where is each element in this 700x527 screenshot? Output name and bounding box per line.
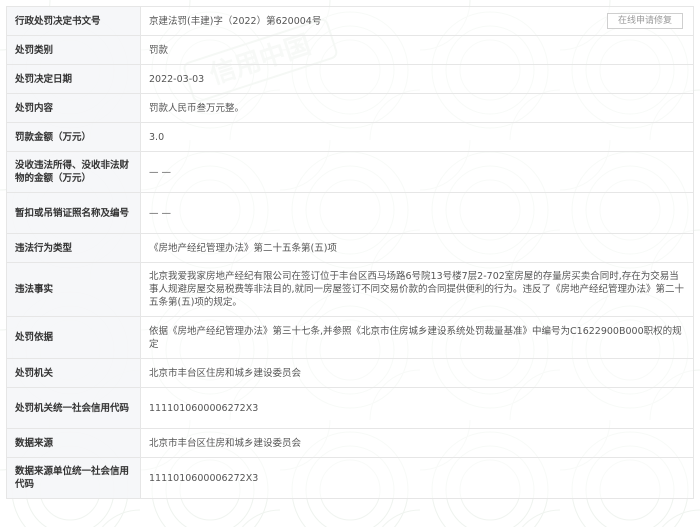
- row-value: 北京我爱我家房地产经纪有限公司在签订位于丰台区西马场路6号院13号楼7层2-70…: [140, 262, 694, 317]
- row-value: — —: [140, 192, 694, 234]
- decision-number: 京建法罚(丰建)字（2022）第620004号: [149, 15, 322, 27]
- row-value: — —: [140, 151, 694, 193]
- row-value: 北京市丰台区住房和城乡建设委员会: [140, 428, 694, 458]
- penalty-info-table: 行政处罚决定书文号 京建法罚(丰建)字（2022）第620004号 在线申请修复…: [6, 6, 694, 499]
- row-value: 3.0: [140, 122, 694, 152]
- row-label: 处罚类别: [6, 35, 141, 65]
- table-row: 行政处罚决定书文号 京建法罚(丰建)字（2022）第620004号 在线申请修复: [6, 6, 694, 36]
- row-value: 京建法罚(丰建)字（2022）第620004号 在线申请修复: [140, 6, 694, 36]
- row-label: 违法事实: [6, 262, 141, 317]
- table-row: 罚款金额（万元） 3.0: [6, 122, 694, 152]
- row-value: 1111010600006272X3: [140, 457, 694, 499]
- table-row: 违法行为类型 《房地产经纪管理办法》第二十五条第(五)项: [6, 233, 694, 263]
- row-label: 处罚内容: [6, 93, 141, 123]
- table-row: 没收违法所得、没收非法财物的金额（万元） — —: [6, 151, 694, 193]
- table-row: 处罚机关 北京市丰台区住房和城乡建设委员会: [6, 358, 694, 388]
- table-row: 数据来源单位统一社会信用代码 1111010600006272X3: [6, 457, 694, 499]
- apply-repair-button[interactable]: 在线申请修复: [606, 13, 683, 29]
- page: 信用中国 行政处罚决定书文号 京建法罚(丰建)字（2022）第620004号 在…: [0, 0, 700, 527]
- row-label: 暂扣或吊销证照名称及编号: [6, 192, 141, 234]
- row-value: 罚款人民币叁万元整。: [140, 93, 694, 123]
- row-label: 没收违法所得、没收非法财物的金额（万元）: [6, 151, 141, 193]
- row-label: 行政处罚决定书文号: [6, 6, 141, 36]
- table-row: 处罚依据 依据《房地产经纪管理办法》第三十七条,并参照《北京市住房城乡建设系统处…: [6, 316, 694, 359]
- row-value: 罚款: [140, 35, 694, 65]
- table-row: 违法事实 北京我爱我家房地产经纪有限公司在签订位于丰台区西马场路6号院13号楼7…: [6, 262, 694, 317]
- row-label: 违法行为类型: [6, 233, 141, 263]
- row-label: 处罚机关统一社会信用代码: [6, 387, 141, 429]
- table-row: 处罚机关统一社会信用代码 1111010600006272X3: [6, 387, 694, 429]
- table-row: 数据来源 北京市丰台区住房和城乡建设委员会: [6, 428, 694, 458]
- row-value: 2022-03-03: [140, 64, 694, 94]
- table-row: 处罚决定日期 2022-03-03: [6, 64, 694, 94]
- row-value: 1111010600006272X3: [140, 387, 694, 429]
- row-value: 依据《房地产经纪管理办法》第三十七条,并参照《北京市住房城乡建设系统处罚裁量基准…: [140, 316, 694, 359]
- table-row: 处罚类别 罚款: [6, 35, 694, 65]
- row-label: 处罚机关: [6, 358, 141, 388]
- row-label: 数据来源: [6, 428, 141, 458]
- row-value: 北京市丰台区住房和城乡建设委员会: [140, 358, 694, 388]
- row-label: 处罚决定日期: [6, 64, 141, 94]
- row-label: 数据来源单位统一社会信用代码: [6, 457, 141, 499]
- table-row: 暂扣或吊销证照名称及编号 — —: [6, 192, 694, 234]
- table-row: 处罚内容 罚款人民币叁万元整。: [6, 93, 694, 123]
- row-label: 处罚依据: [6, 316, 141, 359]
- row-label: 罚款金额（万元）: [6, 122, 141, 152]
- row-value: 《房地产经纪管理办法》第二十五条第(五)项: [140, 233, 694, 263]
